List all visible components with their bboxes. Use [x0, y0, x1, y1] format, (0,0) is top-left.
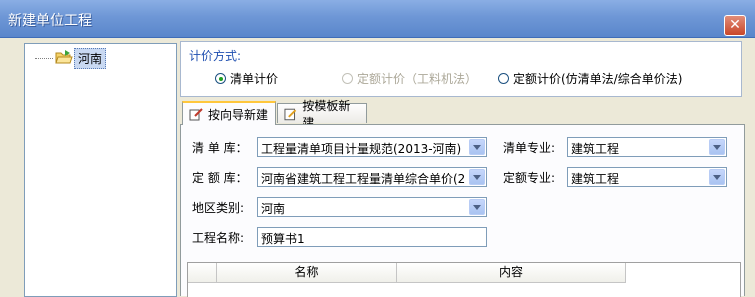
radio-quota-labor: 定额计价（工料机法）: [342, 70, 477, 87]
quota-library-select[interactable]: 河南省建筑工程工程量清单综合单价(20: [257, 167, 487, 187]
region-label: 地区类别:: [192, 201, 245, 215]
select-value: 建筑工程: [571, 142, 620, 156]
tab-template[interactable]: 按模板新建: [277, 99, 367, 130]
radio-label: 定额计价(仿清单法/综合单价法): [513, 72, 683, 86]
quota-specialty-label: 定额专业:: [503, 171, 556, 185]
calc-method-title: 计价方式:: [189, 49, 242, 63]
template-icon: [284, 108, 297, 120]
quota-library-label: 定 额 库：: [192, 171, 248, 185]
list-library-label: 清 单 库：: [192, 141, 248, 155]
input-value: 预算书1: [261, 232, 305, 246]
close-button[interactable]: ✕: [724, 15, 746, 36]
radio-selected-icon: [215, 73, 226, 84]
tab-label: 按向导新建: [208, 107, 269, 122]
region-select[interactable]: 河南: [257, 197, 487, 217]
grid-header-name[interactable]: 名称: [217, 263, 397, 283]
chevron-down-icon[interactable]: [709, 169, 725, 185]
wizard-panel: 清 单 库： 工程量清单项目计量规范(2013-河南) 清单专业: 建筑工程 定…: [180, 124, 745, 297]
wizard-icon: [189, 108, 203, 121]
dialog-body: 河南 计价方式: 清单计价 定额计价（工料机法） 定额计价(仿清单法/综合单价法…: [0, 38, 755, 297]
settings-panel: 计价方式: 清单计价 定额计价（工料机法） 定额计价(仿清单法/综合单价法) 按…: [180, 41, 745, 297]
region-tree[interactable]: 河南: [24, 43, 177, 297]
select-value: 河南省建筑工程工程量清单综合单价(20: [261, 172, 466, 186]
grid-header-content[interactable]: 内容: [397, 263, 626, 283]
list-specialty-select[interactable]: 建筑工程: [567, 137, 727, 157]
select-value: 建筑工程: [571, 172, 620, 186]
close-icon: ✕: [729, 17, 741, 33]
quota-specialty-select[interactable]: 建筑工程: [567, 167, 727, 187]
radio-quota-composite[interactable]: 定额计价(仿清单法/综合单价法): [498, 70, 682, 87]
tab-strip: 按向导新建 按模板新建: [180, 99, 745, 130]
folder-open-icon: [55, 50, 73, 64]
radio-list-pricing[interactable]: 清单计价: [215, 70, 278, 87]
radio-icon: [498, 73, 509, 84]
tab-wizard[interactable]: 按向导新建: [182, 101, 276, 125]
title-bar: 新建单位工程 ✕: [0, 0, 755, 38]
property-grid[interactable]: 名称 内容: [187, 262, 741, 297]
chevron-down-icon[interactable]: [469, 139, 485, 155]
tree-connector: [35, 58, 53, 59]
list-specialty-label: 清单专业:: [503, 141, 556, 155]
grid-corner: [188, 263, 217, 283]
radio-icon: [342, 73, 353, 84]
grid-header: 名称 内容: [188, 263, 740, 283]
calc-method-group: 计价方式: 清单计价 定额计价（工料机法） 定额计价(仿清单法/综合单价法): [180, 41, 742, 97]
radio-label: 清单计价: [230, 72, 279, 86]
select-value: 工程量清单项目计量规范(2013-河南): [261, 142, 462, 156]
project-name-input[interactable]: 预算书1: [257, 227, 487, 247]
chevron-down-icon[interactable]: [469, 199, 485, 215]
list-library-select[interactable]: 工程量清单项目计量规范(2013-河南): [257, 137, 487, 157]
chevron-down-icon[interactable]: [469, 169, 485, 185]
chevron-down-icon[interactable]: [709, 139, 725, 155]
project-name-label: 工程名称:: [192, 231, 245, 245]
tree-node-henan[interactable]: 河南: [74, 48, 107, 69]
radio-label: 定额计价（工料机法）: [357, 72, 478, 86]
select-value: 河南: [261, 202, 286, 216]
window-title: 新建单位工程: [8, 13, 92, 29]
